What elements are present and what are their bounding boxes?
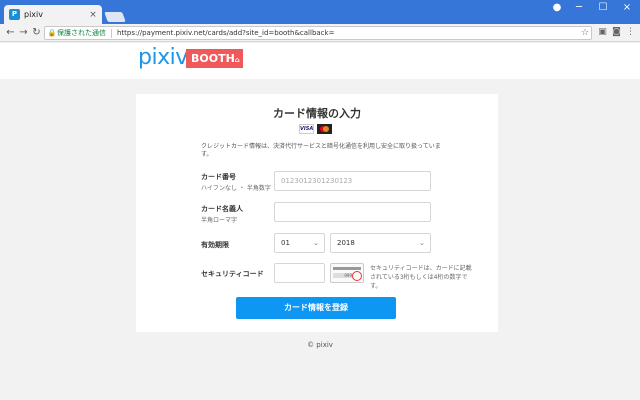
browser-titlebar: P pixiv × ● ─ ☐ ×	[0, 0, 640, 24]
address-separator	[111, 28, 112, 38]
security-code-input[interactable]	[274, 263, 325, 283]
card-number-input[interactable]: 0123012301230123	[274, 171, 431, 191]
menu-icon[interactable]: ⋮	[625, 27, 636, 38]
reload-icon[interactable]: ↻	[30, 26, 43, 39]
card-number-label: カード番号	[201, 173, 236, 181]
cardholder-name-label: カード名義人	[201, 205, 243, 213]
address-bar[interactable]: 🔒 保護された通信 https://payment.pixiv.net/card…	[44, 26, 592, 40]
lock-icon: 🔒	[47, 29, 57, 37]
page-content: pixiv BOOTH⌂ カード情報の入力 VISA クレジットカード情報は、決…	[0, 43, 640, 400]
visa-icon: VISA	[299, 124, 314, 134]
browser-toolbar: ← → ↻ 🔒 保護された通信 https://payment.pixiv.ne…	[0, 24, 640, 42]
card-form-panel: カード情報の入力 VISA クレジットカード情報は、決済代行サービスと暗号化通信…	[136, 94, 498, 332]
booth-logo[interactable]: BOOTH⌂	[186, 49, 243, 68]
maximize-button[interactable]: ☐	[590, 0, 616, 18]
card-number-sublabel: ハイフンなし ・ 半角数字	[201, 185, 271, 192]
expiry-year-select[interactable]: 2018 ⌄	[330, 233, 431, 253]
bookmark-star-icon[interactable]: ☆	[579, 28, 591, 38]
tab-title: pixiv	[24, 10, 43, 19]
card-back-cvv-icon: 999	[330, 263, 364, 283]
extension-icon[interactable]: ▣	[597, 27, 608, 38]
chevron-down-icon: ⌄	[419, 239, 425, 247]
cardholder-name-input[interactable]	[274, 202, 431, 222]
close-window-button[interactable]: ×	[614, 0, 640, 18]
url-text[interactable]: https://payment.pixiv.net/cards/add?site…	[117, 29, 579, 37]
expiry-month-value: 01	[281, 239, 290, 247]
security-notice: クレジットカード情報は、決済代行サービスと暗号化通信を利用し安全に取り扱っていま…	[201, 143, 441, 158]
minimize-button[interactable]: ─	[566, 0, 592, 18]
expiry-month-select[interactable]: 01 ⌄	[274, 233, 325, 253]
security-code-help: セキュリティコードは、カードに記載されている3桁もしくは4桁の数字です。	[370, 265, 472, 290]
secure-label: 保護された通信	[57, 29, 106, 37]
screenshot-icon[interactable]: ◙	[611, 27, 622, 38]
new-tab-button[interactable]	[104, 12, 126, 22]
expiry-year-value: 2018	[337, 239, 355, 247]
forward-icon[interactable]: →	[17, 26, 30, 39]
page-title: カード情報の入力	[273, 107, 361, 120]
mastercard-icon	[317, 124, 332, 134]
register-card-button[interactable]: カード情報を登録	[236, 297, 396, 319]
pixiv-favicon-icon: P	[9, 9, 20, 20]
tab-close-icon[interactable]: ×	[87, 10, 99, 20]
tab-pixiv[interactable]: P pixiv ×	[4, 5, 102, 24]
expiry-label: 有効期限	[201, 241, 229, 249]
back-icon[interactable]: ←	[4, 26, 17, 39]
chevron-down-icon: ⌄	[313, 239, 319, 247]
house-icon: ⌂	[234, 56, 240, 64]
cardholder-name-sublabel: 半角ローマ字	[201, 217, 238, 224]
site-header: pixiv BOOTH⌂	[0, 43, 640, 79]
copyright: © pixiv	[307, 341, 333, 349]
pixiv-logo[interactable]: pixiv	[138, 45, 188, 70]
booth-logo-text: BOOTH	[191, 52, 235, 65]
security-code-label: セキュリティコード	[201, 270, 264, 278]
